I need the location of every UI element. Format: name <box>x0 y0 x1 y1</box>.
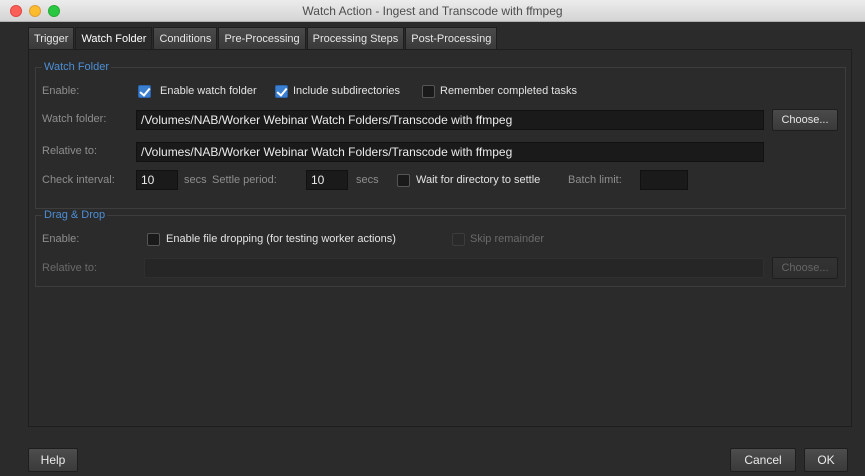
remember-completed-tasks-checkbox[interactable] <box>422 85 435 98</box>
tab-watch-folder[interactable]: Watch Folder <box>75 27 153 50</box>
tab-trigger[interactable]: Trigger <box>28 27 75 50</box>
drag-drop-relative-to-field[interactable] <box>144 258 764 278</box>
drag-drop-choose-button[interactable]: Choose... <box>772 257 838 279</box>
enable-file-dropping-checkbox[interactable] <box>147 233 160 246</box>
settle-period-unit: secs <box>356 174 379 186</box>
watch-folder-choose-button[interactable]: Choose... <box>772 109 838 131</box>
watch-folder-path-field[interactable]: /Volumes/NAB/Worker Webinar Watch Folder… <box>136 110 764 130</box>
enable-file-dropping-label[interactable]: Enable file dropping (for testing worker… <box>166 233 396 245</box>
include-subdirectories-checkbox[interactable] <box>275 85 288 98</box>
tab-processing-steps[interactable]: Processing Steps <box>306 27 405 50</box>
watch-folder-label: Watch folder: <box>42 113 107 125</box>
help-button[interactable]: Help <box>28 448 78 472</box>
window-title: Watch Action - Ingest and Transcode with… <box>302 4 563 18</box>
batch-limit-field[interactable] <box>640 170 688 190</box>
enable-label: Enable: <box>42 85 80 97</box>
watch-folder-group-title: Watch Folder <box>42 61 112 73</box>
wait-for-directory-checkbox[interactable] <box>397 174 410 187</box>
skip-remainder-checkbox[interactable] <box>452 233 465 246</box>
tab-conditions[interactable]: Conditions <box>153 27 218 50</box>
check-interval-unit: secs <box>184 174 207 186</box>
enable-watch-folder-label[interactable]: Enable watch folder <box>160 85 257 97</box>
tab-post-processing[interactable]: Post-Processing <box>405 27 498 50</box>
skip-remainder-label[interactable]: Skip remainder <box>470 233 544 245</box>
tab-bar: Trigger Watch Folder Conditions Pre-Proc… <box>28 27 498 50</box>
ok-button[interactable]: OK <box>804 448 848 472</box>
window-titlebar: Watch Action - Ingest and Transcode with… <box>0 0 865 22</box>
settle-period-label: Settle period: <box>212 174 277 186</box>
check-interval-label: Check interval: <box>42 174 115 186</box>
relative-to-label: Relative to: <box>42 145 98 157</box>
check-interval-field[interactable]: 10 <box>136 170 178 190</box>
drag-drop-group: Drag & Drop Enable: Enable file dropping… <box>35 209 846 287</box>
drag-drop-group-title: Drag & Drop <box>42 209 108 221</box>
enable-watch-folder-checkbox[interactable] <box>138 85 151 98</box>
wait-for-directory-label[interactable]: Wait for directory to settle <box>416 174 540 186</box>
remember-completed-tasks-label[interactable]: Remember completed tasks <box>440 85 577 97</box>
tab-content-panel: Watch Folder Enable: Enable watch folder… <box>28 49 852 427</box>
tab-pre-processing[interactable]: Pre-Processing <box>218 27 306 50</box>
drag-drop-relative-to-label: Relative to: <box>42 262 98 274</box>
relative-to-path-field[interactable]: /Volumes/NAB/Worker Webinar Watch Folder… <box>136 142 764 162</box>
batch-limit-label: Batch limit: <box>568 174 622 186</box>
include-subdirectories-label[interactable]: Include subdirectories <box>293 85 400 97</box>
cancel-button[interactable]: Cancel <box>730 448 796 472</box>
drag-drop-enable-label: Enable: <box>42 233 80 245</box>
settle-period-field[interactable]: 10 <box>306 170 348 190</box>
watch-folder-group: Watch Folder Enable: Enable watch folder… <box>35 61 846 209</box>
dialog-footer: Help Cancel OK <box>0 446 865 476</box>
